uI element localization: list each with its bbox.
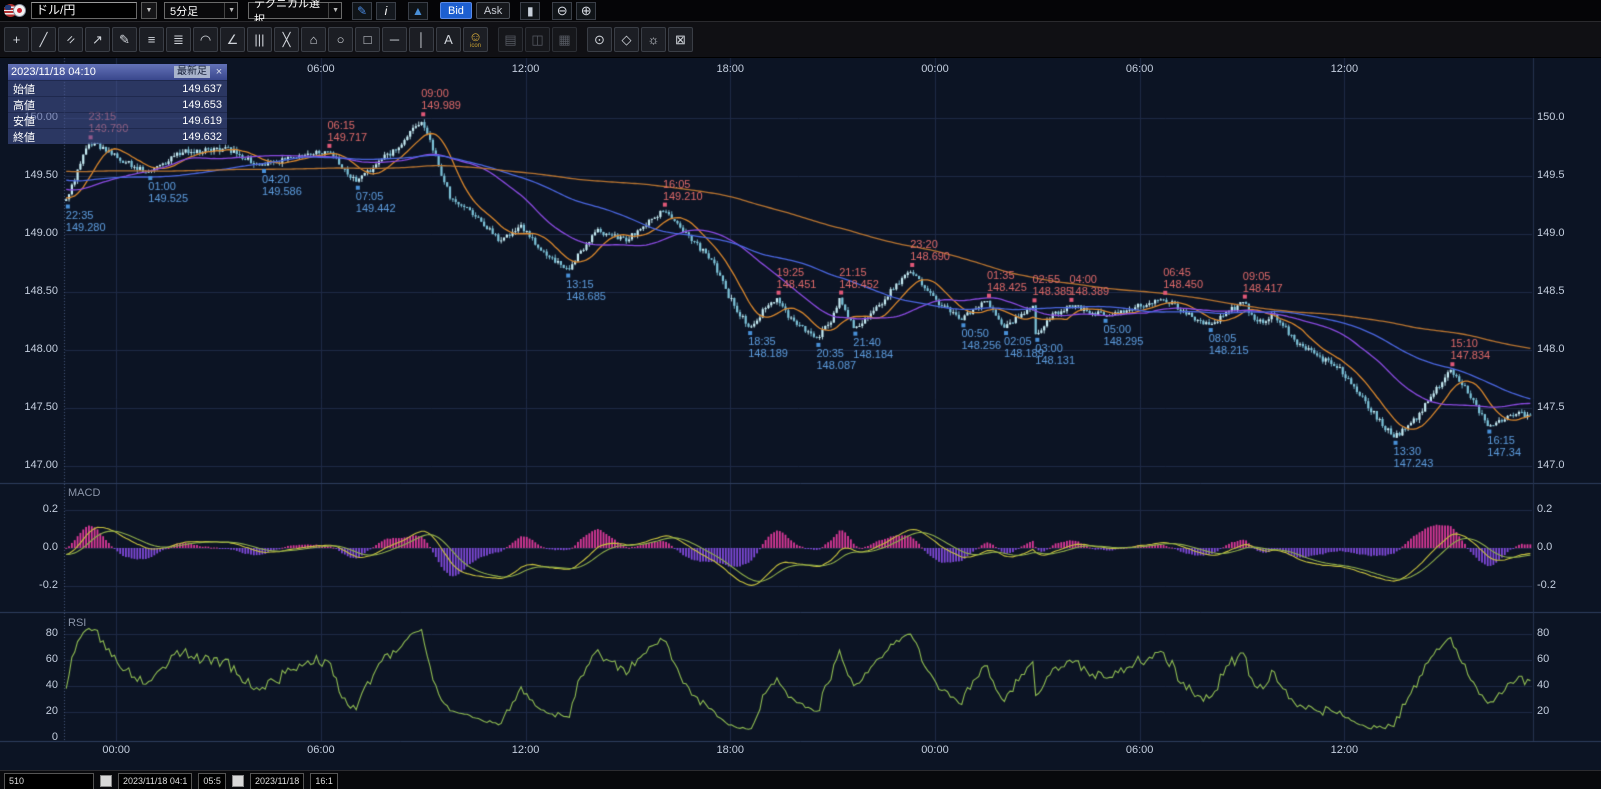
high-value: 149.653 — [182, 99, 222, 111]
ohlc-row-low: 安値 149.619 — [8, 112, 227, 128]
polygon-tool[interactable]: ⌂ — [301, 27, 326, 52]
ohlc-panel-header[interactable]: 2023/11/18 04:10 最新足 × — [8, 64, 227, 80]
text-tool[interactable]: A — [436, 27, 461, 52]
move-object-tool[interactable]: ▤ — [498, 27, 523, 52]
parallel-lines-tool-glyph: = — [63, 32, 78, 47]
fib-expansion-tool[interactable]: ≣ — [166, 27, 191, 52]
trend-line-tool-glyph: ╱ — [40, 33, 48, 46]
ellipse-tool-glyph: ○ — [337, 33, 345, 46]
crosshair-tool[interactable]: + — [4, 27, 29, 52]
annotation-pencil-button[interactable]: ✎ — [352, 2, 372, 20]
close-value: 149.632 — [182, 131, 222, 143]
rectangle-tool[interactable]: □ — [355, 27, 380, 52]
arc-tool-glyph: ◠ — [200, 33, 211, 46]
status-field[interactable]: 2023/11/18 04:1 — [118, 773, 192, 789]
ray-line-tool-glyph: ↗ — [92, 33, 103, 46]
ask-toggle-button[interactable]: Ask — [476, 2, 510, 19]
gann-fan-tool[interactable]: ∠ — [220, 27, 245, 52]
regression-channel-tool-glyph: ╳ — [283, 33, 291, 46]
ohlc-info-panel: 2023/11/18 04:10 最新足 × 始値 149.637 高値 149… — [8, 64, 227, 144]
freehand-tool-glyph: ✎ — [119, 33, 130, 46]
stamp-icon-tool-sub-label: icon — [470, 43, 481, 49]
trend-line-tool[interactable]: ╱ — [31, 27, 56, 52]
chevron-down-icon: ▼ — [224, 3, 235, 18]
regression-channel-tool[interactable]: ╳ — [274, 27, 299, 52]
object-settings-tool[interactable]: ☼ — [641, 27, 666, 52]
open-label: 始値 — [13, 81, 35, 97]
copy-object-tool-glyph: ◫ — [531, 33, 543, 46]
delete-object-tool-glyph: ▦ — [558, 33, 570, 46]
vertical-line-tool[interactable]: │ — [409, 27, 434, 52]
ray-line-tool[interactable]: ↗ — [85, 27, 110, 52]
low-label: 安値 — [13, 113, 35, 129]
eraser-tool[interactable]: ◇ — [614, 27, 639, 52]
fib-retracement-tool-glyph: ≡ — [148, 33, 156, 46]
timeframe-value: 5分足 — [170, 3, 198, 19]
status-checkbox[interactable] — [232, 775, 244, 787]
stamp-icon-tool[interactable]: ☺icon — [463, 27, 488, 52]
cycle-lines-tool-glyph: ||| — [254, 33, 264, 46]
copy-object-tool[interactable]: ◫ — [525, 27, 550, 52]
ohlc-datetime: 2023/11/18 04:10 — [11, 66, 170, 78]
close-label: 終値 — [13, 129, 35, 145]
text-tool-glyph: A — [444, 33, 453, 46]
status-field[interactable]: 2023/11/18 — [250, 773, 304, 789]
move-object-tool-glyph: ▤ — [504, 33, 516, 46]
status-field[interactable]: 05:5 — [198, 773, 226, 789]
high-label: 高値 — [13, 97, 35, 113]
polygon-tool-glyph: ⌂ — [310, 33, 318, 46]
fib-retracement-tool[interactable]: ≡ — [139, 27, 164, 52]
status-field[interactable]: 510 — [4, 773, 94, 789]
fib-expansion-tool-glyph: ≣ — [173, 33, 184, 46]
info-button[interactable]: i — [376, 2, 396, 20]
chart-style-button[interactable]: ▲ — [408, 2, 428, 20]
main-toolbar: ドル/円 ▼ 5分足 ▼ テクニカル選択 ▼ ✎ i ▲ Bid Ask ▮ ⊖… — [0, 0, 1601, 21]
candle-chart-button[interactable]: ▮ — [520, 2, 540, 20]
eraser-tool-glyph: ◇ — [622, 33, 632, 46]
close-icon[interactable]: × — [214, 66, 224, 78]
chart-canvas[interactable] — [0, 0, 1601, 789]
gann-fan-tool-glyph: ∠ — [227, 33, 239, 46]
object-settings-tool-glyph: ☼ — [648, 33, 660, 46]
stamp-icon-tool-glyph: ☺ — [469, 30, 482, 43]
ellipse-tool[interactable]: ○ — [328, 27, 353, 52]
crosshair-tool-glyph: + — [13, 33, 21, 46]
clear-objects-tool-glyph: ⊠ — [675, 33, 686, 46]
ohlc-row-high: 高値 149.653 — [8, 96, 227, 112]
zoom-select-tool[interactable]: ⊙ — [587, 27, 612, 52]
vertical-line-tool-glyph: │ — [417, 33, 425, 46]
horizontal-line-tool-glyph: ─ — [390, 33, 399, 46]
cycle-lines-tool[interactable]: ||| — [247, 27, 272, 52]
ohlc-row-close: 終値 149.632 — [8, 128, 227, 144]
chevron-down-icon: ▼ — [328, 3, 339, 18]
low-value: 149.619 — [182, 115, 222, 127]
pair-select[interactable]: ドル/円 — [31, 2, 137, 19]
freehand-tool[interactable]: ✎ — [112, 27, 137, 52]
delete-object-tool[interactable]: ▦ — [552, 27, 577, 52]
zoom-select-tool-glyph: ⊙ — [594, 33, 605, 46]
zoom-in-button[interactable]: ⊕ — [576, 2, 596, 20]
zoom-out-button[interactable]: ⊖ — [552, 2, 572, 20]
clear-objects-tool[interactable]: ⊠ — [668, 27, 693, 52]
open-value: 149.637 — [182, 83, 222, 95]
status-field[interactable]: 16:1 — [310, 773, 338, 789]
pair-dropdown-button[interactable]: ▼ — [141, 2, 157, 19]
technical-select[interactable]: テクニカル選択 ▼ — [248, 2, 342, 19]
horizontal-line-tool[interactable]: ─ — [382, 27, 407, 52]
status-bar: 510 2023/11/18 04:1 05:5 2023/11/18 16:1 — [0, 770, 1601, 789]
rectangle-tool-glyph: □ — [364, 33, 372, 46]
latest-bar-badge: 最新足 — [174, 66, 210, 78]
arc-tool[interactable]: ◠ — [193, 27, 218, 52]
ohlc-row-open: 始値 149.637 — [8, 80, 227, 96]
timeframe-select[interactable]: 5分足 ▼ — [164, 2, 238, 19]
parallel-lines-tool[interactable]: = — [58, 27, 83, 52]
bid-toggle-button[interactable]: Bid — [440, 2, 472, 19]
status-checkbox[interactable] — [100, 775, 112, 787]
currency-pair-flag-icon — [4, 3, 27, 18]
drawing-toolbar: + ╱ = ↗ ✎ ≡ ≣ ◠ ∠ ||| ╳ ⌂ ○ □ ─ │ A ☺icon ▤ ◫ ▦ ⊙ ◇ ☼ ⊠ — [0, 21, 1601, 58]
